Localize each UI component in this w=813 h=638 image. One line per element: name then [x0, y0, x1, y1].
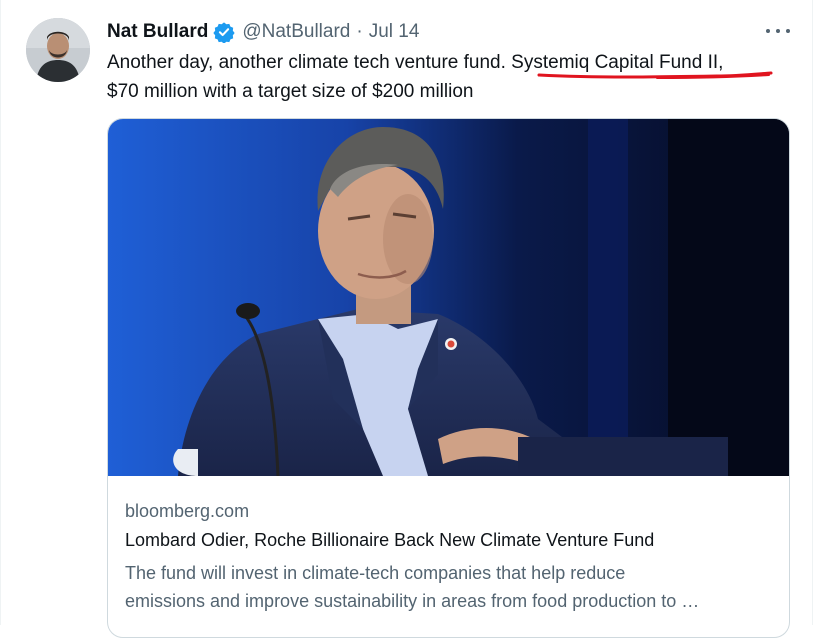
author-avatar[interactable] [26, 18, 90, 82]
author-name[interactable]: Nat Bullard [107, 21, 208, 43]
tweet-text-part1: Another day, another climate tech ventur… [107, 52, 506, 73]
more-options-icon[interactable] [766, 21, 790, 41]
card-description: The fund will invest in climate-tech com… [125, 559, 775, 615]
card-description-line1: The fund will invest in climate-tech com… [125, 563, 626, 583]
author-handle[interactable]: @NatBullard [242, 21, 350, 43]
tweet[interactable]: Nat Bullard @NatBullard · Jul 14 Another… [0, 0, 813, 638]
tweet-date[interactable]: Jul 14 [369, 21, 420, 43]
link-card[interactable]: bloomberg.com Lombard Odier, Roche Billi… [107, 118, 790, 638]
card-title: Lombard Odier, Roche Billionaire Back Ne… [125, 530, 655, 550]
verified-badge-icon [213, 21, 235, 44]
card-domain: bloomberg.com [125, 501, 250, 521]
card-image[interactable] [108, 119, 789, 476]
red-underline-annotation [537, 71, 773, 79]
tweet-header: Nat Bullard @NatBullard · Jul 14 [107, 20, 419, 44]
card-description-line2: emissions and improve sustainability in … [125, 591, 700, 611]
separator-dot: · [356, 21, 363, 42]
tweet-text-part2: $70 million with a target size of $200 m… [107, 81, 474, 102]
